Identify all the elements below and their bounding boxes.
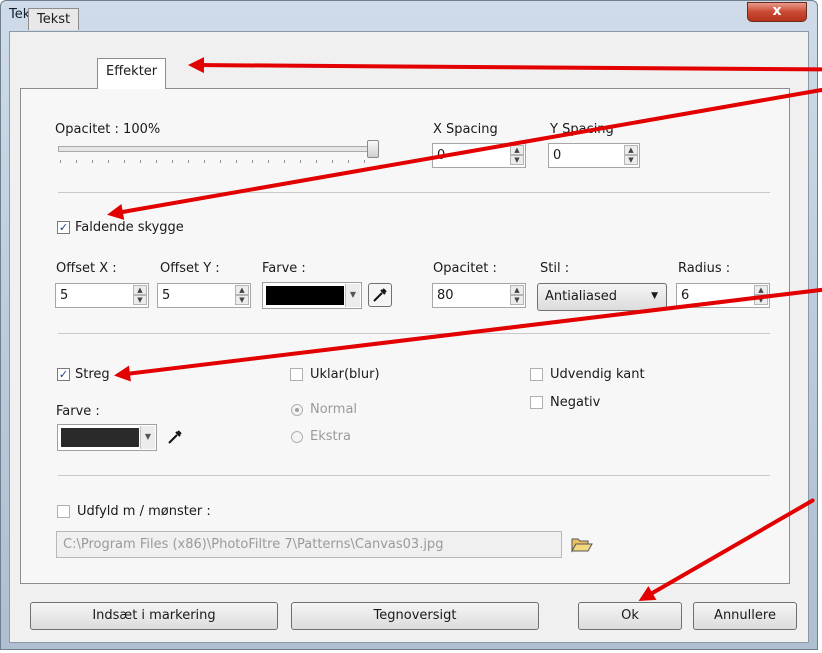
y-spacing-input[interactable]: 0 ▲ ▼	[548, 143, 640, 168]
extra-label: Ekstra	[310, 429, 351, 444]
folder-open-icon	[571, 538, 593, 553]
separator	[58, 475, 770, 476]
stroke-label: Streg	[75, 367, 110, 382]
separator	[58, 192, 770, 193]
cancel-button[interactable]: Annullere	[693, 602, 797, 630]
offset-x-value: 5	[60, 288, 69, 303]
spin-up-icon[interactable]: ▲	[235, 285, 249, 295]
chevron-down-icon: ▼	[140, 426, 155, 449]
opacity-slider-track[interactable]	[58, 146, 378, 152]
spin-down-icon[interactable]: ▼	[510, 295, 524, 305]
open-folder-button[interactable]	[570, 533, 594, 555]
spin-up-icon[interactable]: ▲	[510, 145, 524, 155]
negative-label: Negativ	[550, 395, 601, 410]
eyedropper-icon	[373, 288, 387, 302]
offset-x-input[interactable]: 5 ▲ ▼	[55, 283, 149, 308]
spin-down-icon[interactable]: ▼	[235, 295, 249, 305]
stroke-eyedropper-button[interactable]	[164, 426, 186, 448]
spin-up-icon[interactable]: ▲	[133, 285, 147, 295]
offset-y-input[interactable]: 5 ▲ ▼	[157, 283, 251, 308]
spin-down-icon[interactable]: ▼	[133, 295, 147, 305]
chevron-down-icon: ▼	[651, 291, 658, 301]
shadow-eyedropper-button[interactable]	[368, 283, 392, 307]
shadow-opacity-input[interactable]: 80 ▲ ▼	[432, 283, 526, 308]
pattern-path-field[interactable]: C:\Program Files (x86)\PhotoFiltre 7\Pat…	[56, 531, 562, 558]
style-select-value: Antialiased	[545, 289, 618, 304]
offset-y-value: 5	[162, 288, 171, 303]
offset-y-label: Offset Y :	[160, 261, 220, 276]
stroke-color-dropdown[interactable]: ▼	[57, 424, 157, 451]
offset-x-label: Offset X :	[56, 261, 117, 276]
title-bar: Tekst x	[1, 1, 819, 29]
separator	[58, 333, 770, 334]
spin-down-icon[interactable]: ▼	[624, 155, 638, 165]
extra-radio[interactable]	[291, 431, 303, 443]
character-map-button[interactable]: Tegnoversigt	[291, 602, 539, 630]
ok-button[interactable]: Ok	[578, 602, 682, 630]
normal-label: Normal	[310, 402, 358, 417]
eyedropper-icon	[168, 430, 182, 444]
shadow-opacity-value: 80	[437, 288, 454, 303]
opacity-slider-ticks	[60, 160, 372, 163]
stroke-color-swatch	[61, 428, 139, 447]
close-button[interactable]: x	[747, 2, 807, 22]
tab-effekter[interactable]: Effekter	[97, 58, 167, 89]
outer-edge-checkbox[interactable]	[530, 368, 543, 381]
outer-edge-label: Udvendig kant	[550, 367, 645, 382]
chevron-down-icon: ▼	[345, 284, 360, 307]
shadow-checkbox[interactable]: ✓	[57, 221, 70, 234]
negative-checkbox[interactable]	[530, 396, 543, 409]
normal-radio[interactable]	[291, 404, 303, 416]
insert-in-selection-button[interactable]: Indsæt i markering	[30, 602, 278, 630]
opacity-slider-thumb[interactable]	[367, 140, 379, 158]
style-label: Stil :	[540, 261, 570, 276]
shadow-opacity-label: Opacitet :	[433, 261, 497, 276]
blur-label: Uklar(blur)	[310, 367, 380, 382]
y-spacing-value: 0	[553, 148, 562, 163]
shadow-color-swatch	[266, 286, 344, 305]
blur-checkbox[interactable]	[290, 368, 303, 381]
fill-label: Udfyld m / mønster :	[77, 504, 211, 519]
stroke-color-label: Farve :	[56, 404, 100, 419]
spin-up-icon[interactable]: ▲	[624, 145, 638, 155]
radius-label: Radius :	[678, 261, 731, 276]
tab-tekst[interactable]: Tekst	[28, 8, 80, 30]
radius-value: 6	[681, 288, 690, 303]
style-select[interactable]: Antialiased ▼	[537, 283, 667, 311]
opacity-label: Opacitet : 100%	[55, 122, 161, 137]
stroke-checkbox[interactable]: ✓	[57, 368, 70, 381]
pattern-path-value: C:\Program Files (x86)\PhotoFiltre 7\Pat…	[63, 537, 444, 552]
spin-down-icon[interactable]: ▼	[510, 155, 524, 165]
shadow-color-label: Farve :	[262, 261, 306, 276]
shadow-label: Faldende skygge	[75, 220, 184, 235]
spin-up-icon[interactable]: ▲	[510, 285, 524, 295]
fill-checkbox[interactable]	[57, 505, 70, 518]
x-spacing-label: X Spacing	[433, 122, 498, 137]
shadow-color-dropdown[interactable]: ▼	[262, 282, 362, 309]
